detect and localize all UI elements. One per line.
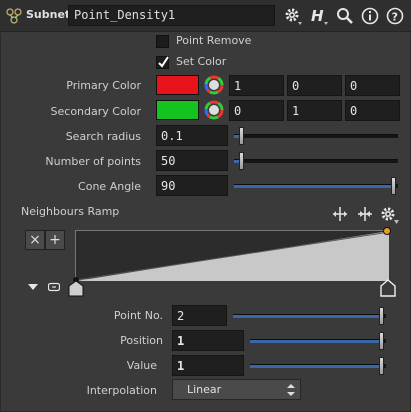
- slider-handle[interactable]: [379, 332, 384, 350]
- slider-handle[interactable]: [239, 127, 245, 145]
- point-no-slider[interactable]: [233, 307, 386, 325]
- position-slider[interactable]: [250, 332, 386, 350]
- node-type-label: Subnet: [26, 8, 71, 21]
- interpolation-label: Interpolation: [86, 384, 157, 397]
- point-remove-checkbox[interactable]: [156, 35, 169, 48]
- ramp-spread-icon[interactable]: [331, 205, 349, 223]
- slider-handle[interactable]: [379, 307, 384, 325]
- slider-handle[interactable]: [391, 177, 396, 195]
- ramp-key-marker-start[interactable]: [68, 276, 84, 297]
- subnet-node-icon: [6, 8, 22, 24]
- remove-key-button[interactable]: ×: [25, 230, 45, 250]
- search-radius-field[interactable]: 0.1: [156, 125, 228, 146]
- number-of-points-label: Number of points: [45, 155, 141, 168]
- info-icon[interactable]: [360, 6, 380, 26]
- help-h-icon[interactable]: H: [309, 6, 329, 26]
- secondary-color-b-field[interactable]: 0: [345, 100, 400, 121]
- slider-handle[interactable]: [379, 357, 384, 375]
- color-wheel-icon[interactable]: [204, 75, 224, 95]
- primary-color-swatch[interactable]: [156, 75, 199, 95]
- gear-icon[interactable]: [283, 6, 303, 26]
- ramp-key-handle[interactable]: [383, 227, 391, 235]
- dropdown-arrows-icon: [287, 384, 295, 396]
- number-of-points-field[interactable]: 50: [156, 150, 228, 171]
- svg-text:H: H: [311, 7, 324, 25]
- secondary-color-g-field[interactable]: 1: [287, 100, 342, 121]
- search-radius-label: Search radius: [65, 130, 141, 143]
- secondary-color-swatch[interactable]: [156, 100, 199, 120]
- cone-angle-label: Cone Angle: [78, 180, 141, 193]
- secondary-color-r-field[interactable]: 0: [229, 100, 284, 121]
- set-color-checkbox[interactable]: [156, 56, 169, 69]
- position-label: Position: [120, 334, 163, 347]
- ramp-curve: [76, 231, 389, 281]
- search-radius-slider[interactable]: [234, 127, 398, 145]
- value-label: Value: [126, 359, 157, 372]
- parameter-header: Subnet Point_Density1 H ?: [0, 0, 411, 32]
- point-remove-label: Point Remove: [176, 34, 252, 47]
- position-field[interactable]: 1: [172, 330, 244, 351]
- ramp-gear-icon[interactable]: [379, 205, 401, 225]
- point-no-field[interactable]: 2: [172, 305, 227, 326]
- primary-color-r-field[interactable]: 1: [229, 75, 284, 96]
- triangle-down-icon[interactable]: [28, 283, 38, 291]
- help-question-icon[interactable]: ?: [385, 6, 405, 26]
- interpolation-dropdown[interactable]: Linear: [172, 379, 301, 400]
- ramp-compress-icon[interactable]: [356, 205, 374, 223]
- slider-handle[interactable]: [239, 152, 245, 170]
- svg-text:?: ?: [392, 11, 398, 24]
- cone-angle-field[interactable]: 90: [156, 175, 228, 196]
- set-color-label: Set Color: [176, 55, 227, 68]
- node-name-field[interactable]: Point_Density1: [68, 5, 275, 26]
- search-icon[interactable]: [335, 6, 355, 26]
- point-no-label: Point No.: [113, 309, 163, 322]
- neighbours-ramp-label: Neighbours Ramp: [21, 205, 120, 218]
- primary-color-b-field[interactable]: 0: [345, 75, 400, 96]
- secondary-color-label: Secondary Color: [50, 105, 141, 118]
- primary-color-label: Primary Color: [66, 79, 141, 92]
- cone-angle-slider[interactable]: [234, 177, 398, 195]
- color-wheel-icon[interactable]: [204, 100, 224, 120]
- link-icon[interactable]: [48, 282, 60, 292]
- add-key-button[interactable]: +: [45, 230, 65, 250]
- primary-color-g-field[interactable]: 0: [287, 75, 342, 96]
- checkmark-icon: [158, 56, 169, 68]
- value-slider[interactable]: [250, 357, 386, 375]
- ramp-graph[interactable]: [75, 230, 389, 281]
- value-field[interactable]: 1: [172, 355, 244, 376]
- number-of-points-slider[interactable]: [234, 152, 398, 170]
- ramp-key-marker-end[interactable]: [380, 276, 396, 297]
- interpolation-selected: Linear: [187, 383, 222, 396]
